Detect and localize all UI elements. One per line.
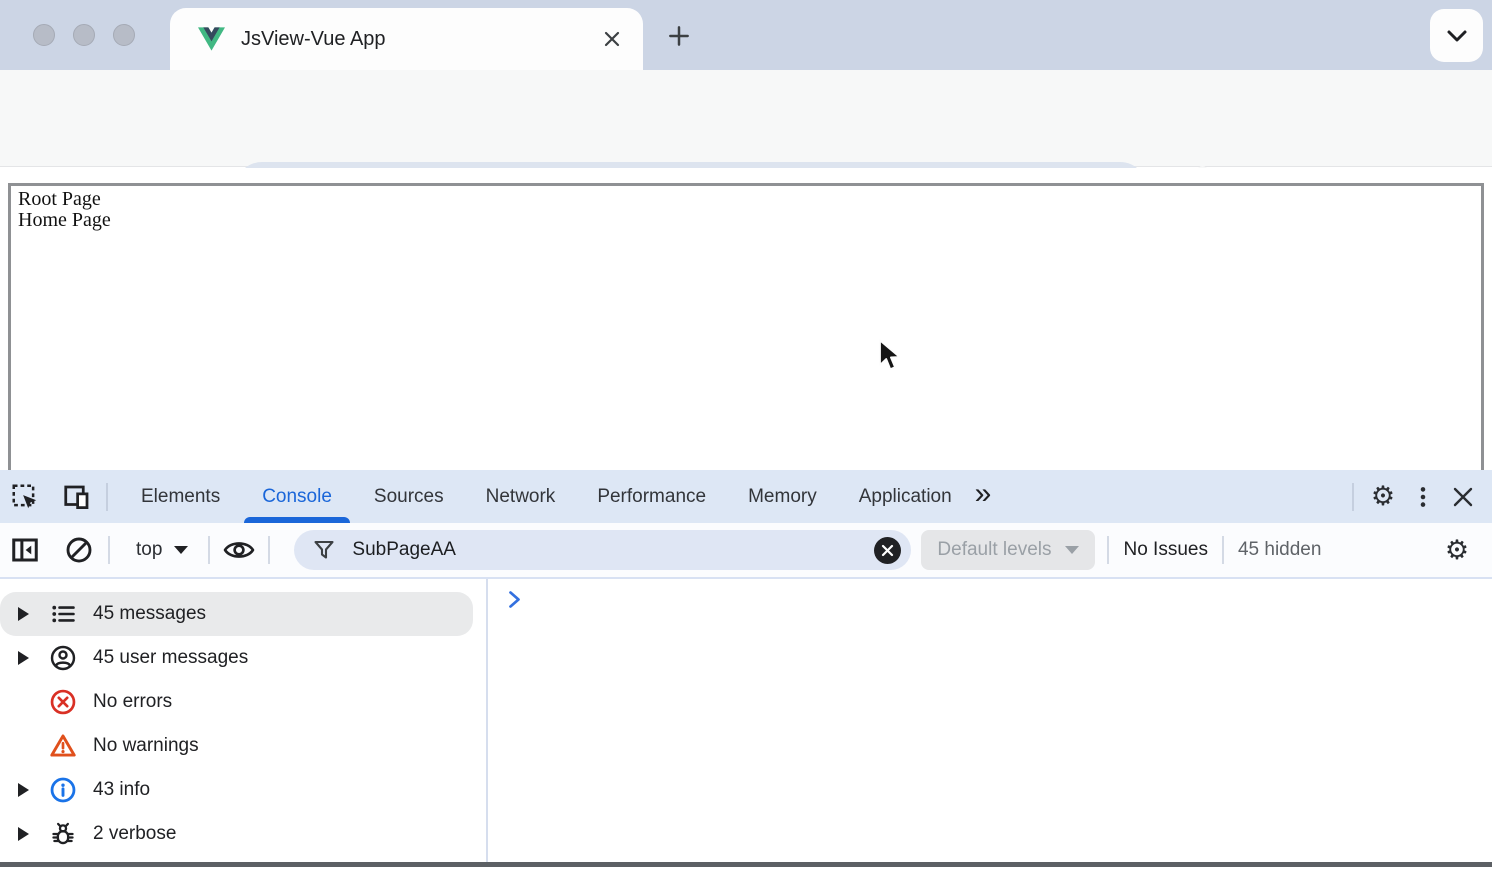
- tab-console[interactable]: Console: [241, 470, 353, 523]
- toolbar-divider: [1107, 536, 1109, 564]
- console-filter-input[interactable]: SubPageAA: [294, 530, 911, 570]
- home-page-text: Home Page: [18, 210, 1481, 231]
- devtools-menu-icon[interactable]: [1406, 480, 1440, 514]
- levels-caret-down-icon: [1065, 546, 1079, 554]
- filter-funnel-icon: [312, 538, 336, 562]
- tab-elements[interactable]: Elements: [120, 470, 241, 523]
- window-bottom-edge: [0, 862, 1492, 867]
- browser-tab[interactable]: JsView-Vue App: [170, 8, 643, 70]
- toolbar-divider: [208, 536, 210, 564]
- tab-search-button[interactable]: [1430, 9, 1483, 62]
- sidebar-item-user-messages[interactable]: 45 user messages: [0, 636, 473, 680]
- live-expression-eye-icon[interactable]: [222, 533, 256, 567]
- filter-value-text[interactable]: SubPageAA: [352, 539, 874, 561]
- tab-close-icon[interactable]: [599, 26, 625, 52]
- tab-memory[interactable]: Memory: [727, 470, 838, 523]
- sidebar-item-messages[interactable]: 45 messages: [0, 592, 473, 636]
- sidebar-item-verbose[interactable]: 2 verbose: [0, 812, 473, 856]
- log-levels-dropdown[interactable]: Default levels: [921, 530, 1095, 570]
- traffic-light-maximize-button[interactable]: [113, 24, 135, 46]
- sidebar-item-warnings[interactable]: No warnings: [0, 724, 473, 768]
- disclosure-triangle-icon[interactable]: [18, 827, 44, 841]
- console-prompt-chevron-icon: [508, 590, 1492, 609]
- sidebar-item-info[interactable]: 43 info: [0, 768, 473, 812]
- console-sidebar: 45 messages 45 user messages: [0, 579, 486, 862]
- tab-performance[interactable]: Performance: [576, 470, 727, 523]
- devtools-tab-bar: Elements Console Sources Network Perform…: [0, 470, 1492, 523]
- execution-context-selector[interactable]: top: [136, 539, 162, 561]
- inspect-element-icon[interactable]: [8, 480, 42, 514]
- clear-filter-icon[interactable]: [874, 537, 901, 564]
- disclosure-triangle-icon[interactable]: [18, 783, 44, 797]
- hidden-messages-count[interactable]: 45 hidden: [1238, 539, 1321, 561]
- root-page-text: Root Page: [18, 189, 1481, 210]
- console-sidebar-toggle-icon[interactable]: [8, 533, 42, 567]
- context-caret-down-icon[interactable]: [174, 546, 188, 554]
- traffic-light-minimize-button[interactable]: [73, 24, 95, 46]
- disclosure-triangle-icon[interactable]: [18, 651, 44, 665]
- new-tab-button[interactable]: [664, 21, 694, 51]
- toolbar-divider: [1352, 483, 1354, 511]
- toolbar-divider: [108, 536, 110, 564]
- device-toolbar-icon[interactable]: [60, 480, 94, 514]
- clear-console-icon[interactable]: [62, 533, 96, 567]
- tab-sources[interactable]: Sources: [353, 470, 465, 523]
- user-icon: [48, 643, 78, 673]
- devtools-panel: Elements Console Sources Network Perform…: [0, 470, 1492, 870]
- console-output[interactable]: [488, 579, 1492, 862]
- chevron-down-icon: [1446, 29, 1468, 43]
- tab-network[interactable]: Network: [465, 470, 577, 523]
- vue-favicon-icon: [198, 27, 225, 51]
- tab-title: JsView-Vue App: [241, 28, 599, 51]
- devtools-close-icon[interactable]: [1446, 480, 1480, 514]
- app-root-frame: Root Page Home Page: [8, 183, 1484, 470]
- console-toolbar: top SubPageAA Default level: [0, 523, 1492, 577]
- toolbar-divider: [106, 483, 108, 511]
- info-icon: [48, 775, 78, 805]
- toolbar-divider: [1222, 536, 1224, 564]
- issues-status[interactable]: No Issues: [1123, 539, 1207, 561]
- browser-tab-strip: JsView-Vue App: [0, 0, 1492, 70]
- tab-application[interactable]: Application: [838, 470, 973, 523]
- list-icon: [48, 599, 78, 629]
- devtools-settings-gear-icon[interactable]: ⚙: [1366, 480, 1400, 514]
- browser-toolbar: localhost:5173/#/ CPP k: [0, 70, 1492, 167]
- disclosure-triangle-icon[interactable]: [18, 607, 44, 621]
- more-tabs-icon[interactable]: »: [973, 477, 998, 517]
- sidebar-item-errors[interactable]: No errors: [0, 680, 473, 724]
- traffic-light-close-button[interactable]: [33, 24, 55, 46]
- toolbar-divider: [268, 536, 270, 564]
- console-settings-gear-icon[interactable]: ⚙: [1440, 533, 1474, 567]
- bug-icon: [48, 819, 78, 849]
- error-icon: [48, 687, 78, 717]
- page-viewport: Root Page Home Page: [0, 168, 1492, 470]
- warning-icon: [48, 731, 78, 761]
- mouse-cursor: [877, 339, 903, 373]
